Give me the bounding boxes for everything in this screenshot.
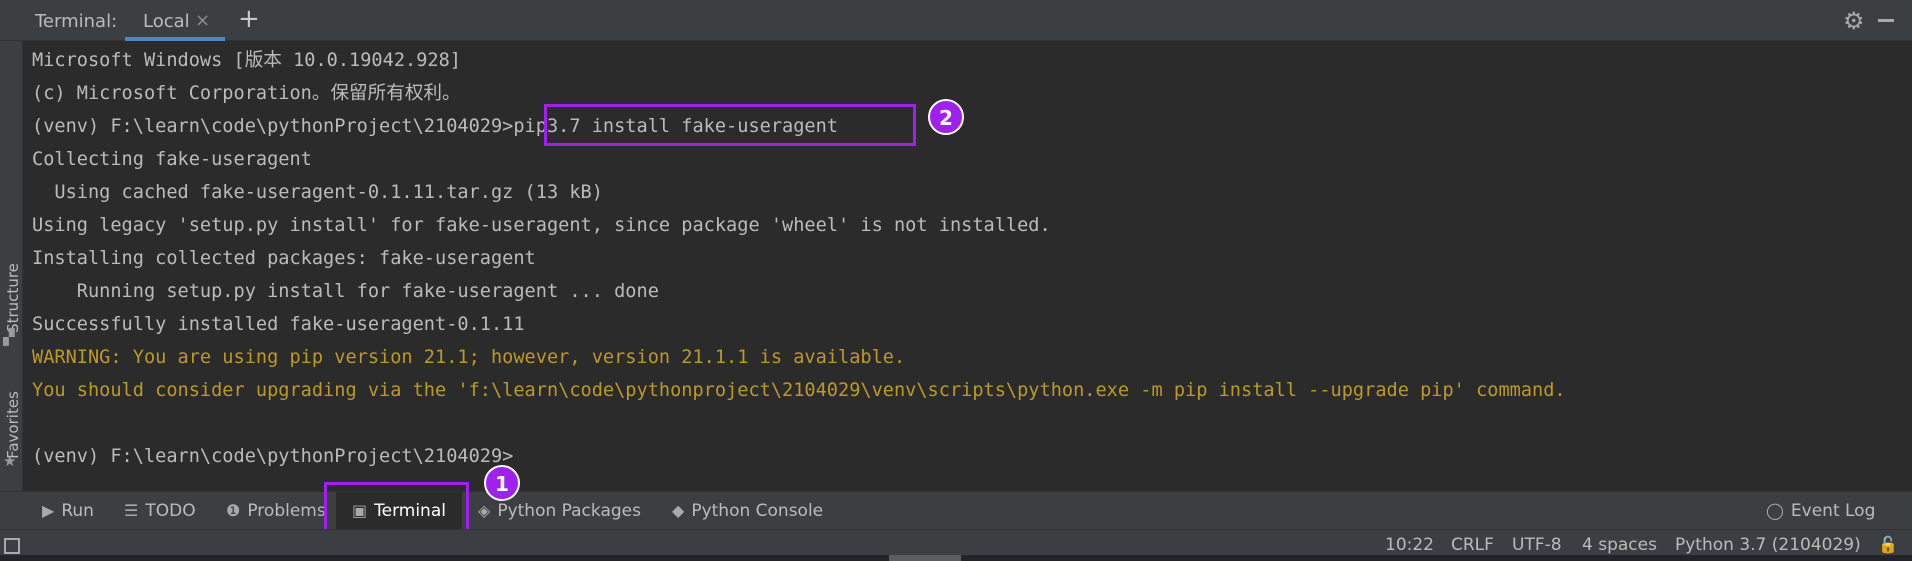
file-encoding[interactable]: UTF-8 [1512, 535, 1562, 555]
step-badge-2: 2 [928, 99, 964, 135]
list-icon: ☰ [124, 501, 139, 520]
terminal-warning-line: WARNING: You are using pip version 21.1;… [32, 347, 906, 368]
terminal-tab-bar: Terminal: Local × + ⚙ [0, 0, 1912, 41]
python-console-label: Python Console [691, 501, 824, 521]
event-log-label: Event Log [1790, 501, 1876, 521]
python-console-tool-button[interactable]: ◆ Python Console [672, 492, 823, 530]
terminal-title: Terminal: [35, 11, 118, 32]
tool-window-bar: ▶ Run ☰ TODO ❶ Problems ▣ Terminal ◈ Python P… [0, 491, 1912, 530]
problems-icon: ❶ [226, 501, 241, 520]
todo-tool-button[interactable]: ☰ TODO [124, 492, 196, 530]
problems-label: Problems [247, 501, 326, 521]
run-icon: ▶ [42, 501, 55, 520]
todo-label: TODO [145, 501, 196, 521]
hide-icon[interactable] [1878, 19, 1894, 22]
terminal-line: (c) Microsoft Corporation。保留所有权利。 [32, 83, 461, 104]
terminal-line: Using cached fake-useragent-0.1.11.tar.g… [32, 182, 603, 203]
step-badge-1: 1 [484, 465, 520, 501]
toggle-tool-windows-icon[interactable] [4, 538, 20, 554]
python-icon: ◆ [672, 501, 685, 520]
run-tool-button[interactable]: ▶ Run [42, 492, 94, 530]
problems-tool-button[interactable]: ❶ Problems [226, 492, 326, 530]
horizontal-scrollbar-thumb[interactable] [889, 555, 961, 561]
terminal-line: Using legacy 'setup.py install' for fake… [32, 215, 1051, 236]
tab-local-label: Local [143, 11, 190, 32]
indent-setting[interactable]: 4 spaces [1582, 535, 1657, 555]
tab-local[interactable]: Local × [125, 0, 225, 41]
structure-icon: ▞ [3, 328, 15, 346]
terminal-line: Collecting fake-useragent [32, 149, 312, 170]
cursor-position[interactable]: 10:22 [1385, 535, 1434, 555]
star-icon: ★ [3, 452, 17, 470]
lock-icon[interactable]: 🔓 [1878, 535, 1898, 554]
run-label: Run [61, 501, 94, 521]
terminal-prompt-line: (venv) F:\learn\code\pythonProject\21040… [32, 446, 514, 467]
event-log-icon: ◯ [1766, 501, 1784, 520]
line-separator[interactable]: CRLF [1451, 535, 1494, 555]
new-tab-icon[interactable]: + [238, 4, 260, 34]
terminal-warning-line: You should consider upgrading via the 'f… [32, 380, 1566, 401]
terminal-line: Installing collected packages: fake-user… [32, 248, 536, 269]
terminal-line: Successfully installed fake-useragent-0.… [32, 314, 525, 335]
terminal-line: Microsoft Windows [版本 10.0.19042.928] [32, 50, 461, 71]
terminal-line: Running setup.py install for fake-userag… [32, 281, 659, 302]
layers-icon: ◈ [478, 501, 491, 520]
event-log-tool-button[interactable]: ◯ Event Log [1766, 492, 1875, 530]
gear-icon[interactable]: ⚙ [1843, 7, 1865, 35]
close-icon[interactable]: × [195, 10, 210, 31]
command-highlight-box [544, 104, 916, 146]
active-tab-underline [125, 37, 225, 41]
left-tool-stripe: Structure ▞ Favorites ★ [0, 41, 23, 491]
python-packages-label: Python Packages [497, 501, 641, 521]
python-interpreter[interactable]: Python 3.7 (2104029) [1675, 535, 1861, 555]
